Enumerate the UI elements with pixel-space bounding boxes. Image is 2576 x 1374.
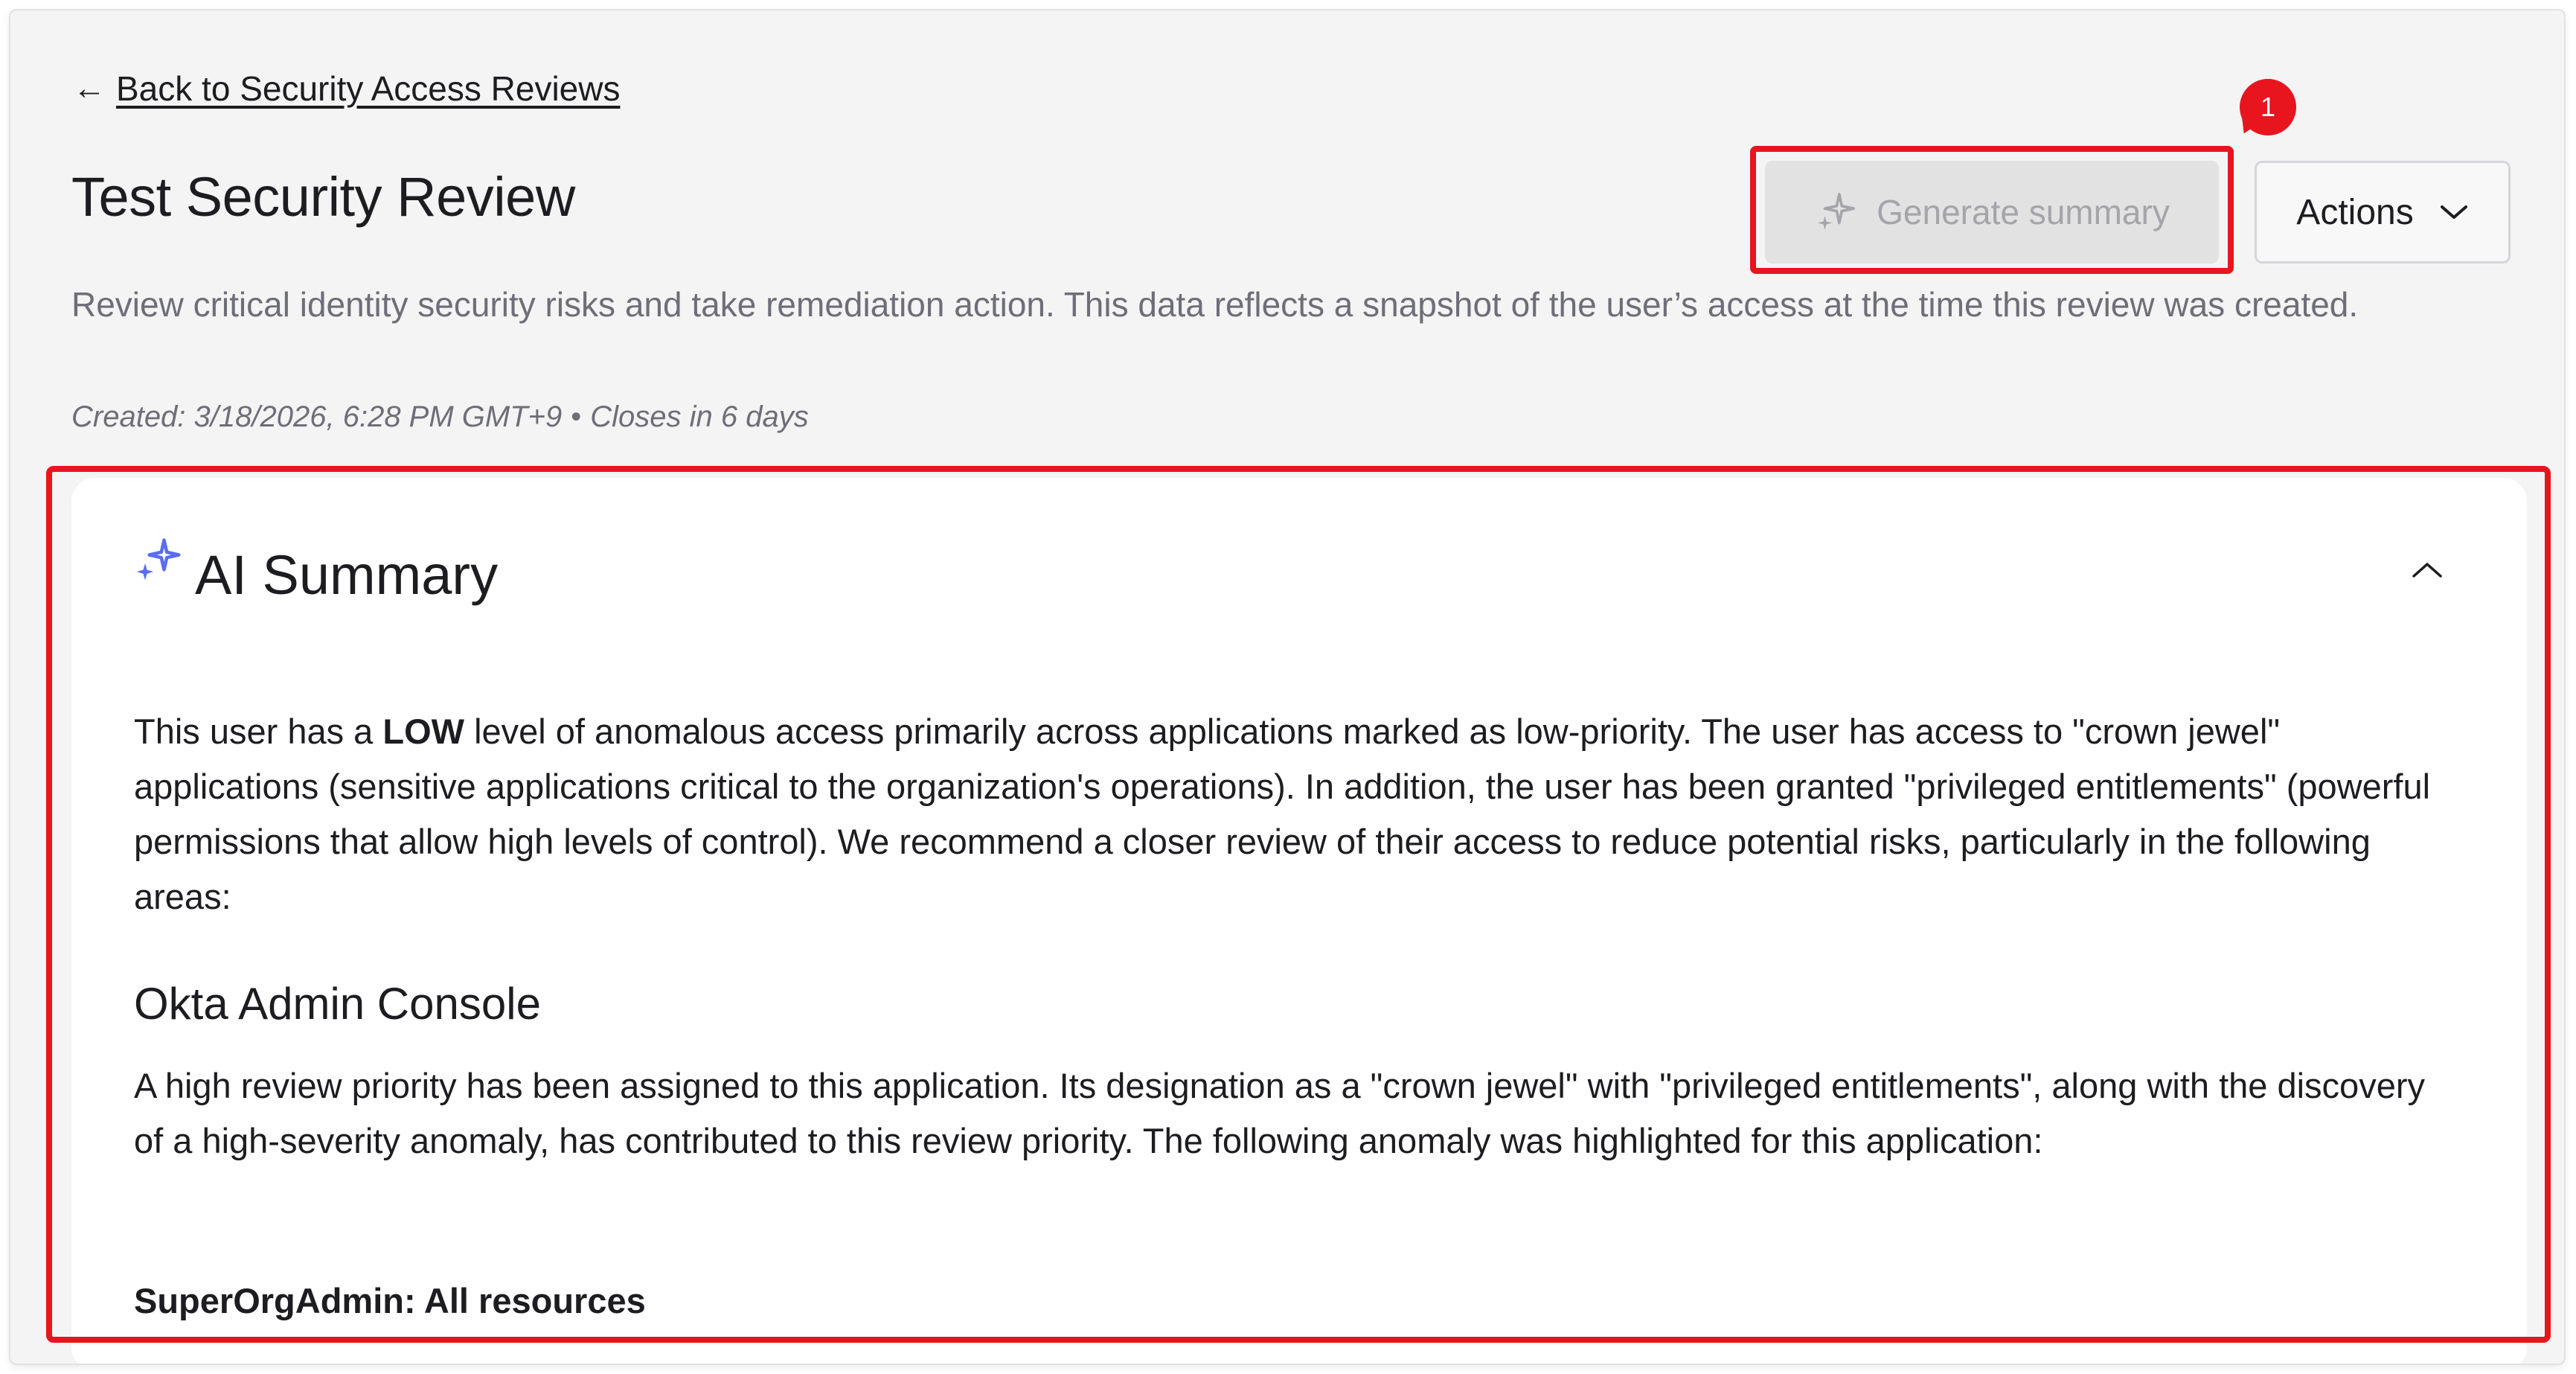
sparkle-icon <box>1817 193 1856 231</box>
page-title: Test Security Review <box>71 166 575 228</box>
arrow-left-icon: ← <box>73 70 106 106</box>
closes-in: Closes in 6 days <box>590 400 809 433</box>
meta-separator: • <box>571 400 582 433</box>
actions-label: Actions <box>2296 192 2414 232</box>
highlight-box-summary <box>46 466 2551 1343</box>
actions-dropdown-button[interactable]: Actions <box>2255 161 2511 263</box>
page-description: Review critical identity security risks … <box>71 285 2359 324</box>
review-page: ← Back to Security Access Reviews Test S… <box>10 10 2564 1364</box>
created-timestamp: Created: 3/18/2026, 6:28 PM GMT+9 <box>71 400 563 433</box>
generate-summary-button[interactable]: Generate summary <box>1765 161 2219 263</box>
chevron-down-icon <box>2440 205 2467 219</box>
review-meta: Created: 3/18/2026, 6:28 PM GMT+9 • Closes… <box>71 400 809 434</box>
generate-summary-label: Generate summary <box>1877 193 2170 231</box>
annotation-badge: 1 <box>2240 79 2296 135</box>
back-link-label: Back to Security Access Reviews <box>116 69 621 108</box>
back-link[interactable]: ← Back to Security Access Reviews <box>73 68 620 109</box>
